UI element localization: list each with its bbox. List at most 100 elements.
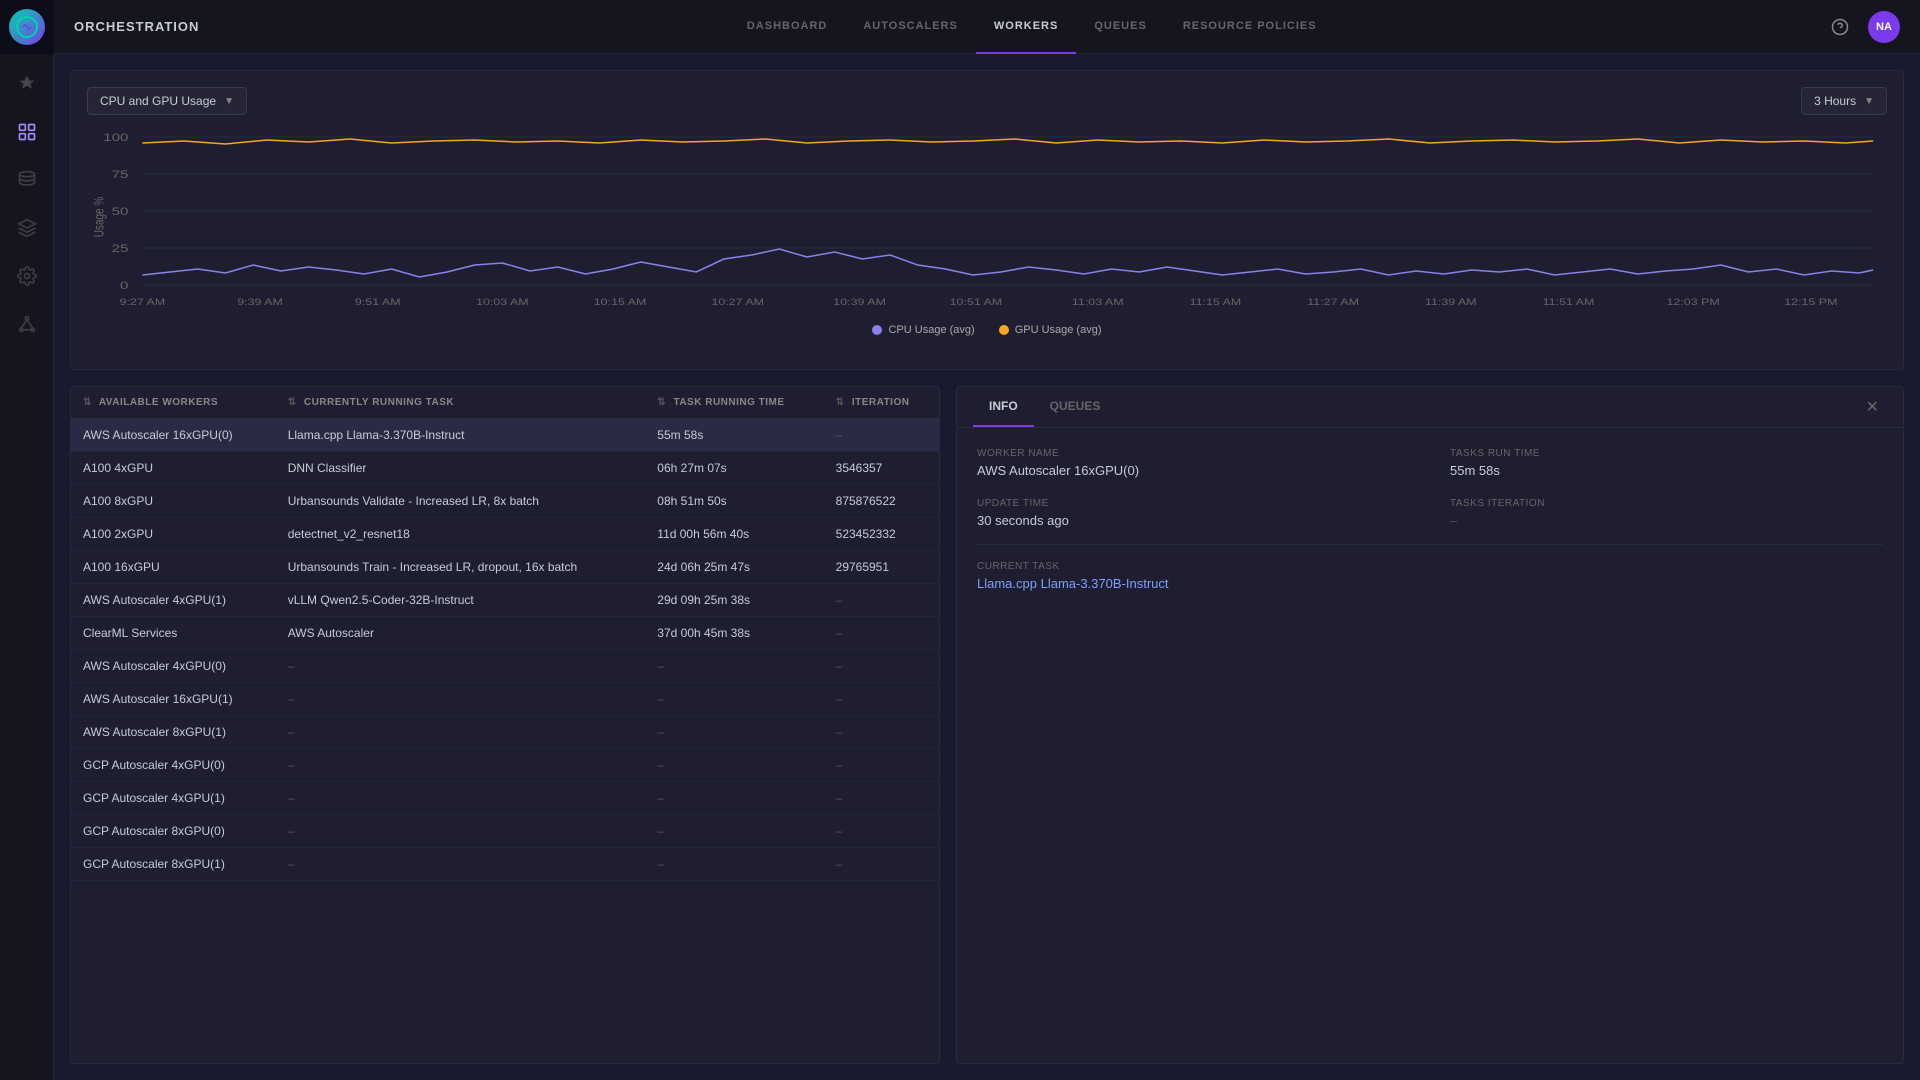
cell-task-7: – bbox=[276, 650, 646, 683]
legend-cpu: CPU Usage (avg) bbox=[872, 324, 974, 336]
table-row[interactable]: AWS Autoscaler 16xGPU(0) Llama.cpp Llama… bbox=[71, 419, 939, 452]
current-task-field: Current Task Llama.cpp Llama-3.370B-Inst… bbox=[977, 561, 1883, 591]
col-iteration[interactable]: ⇅ ITERATION bbox=[824, 387, 939, 419]
cell-time-12: – bbox=[645, 815, 823, 848]
cell-worker-2: A100 8xGPU bbox=[71, 485, 276, 518]
tasks-run-time-label: Tasks Run Time bbox=[1450, 448, 1883, 459]
app-title: ORCHESTRATION bbox=[74, 19, 199, 34]
table-row[interactable]: A100 8xGPU Urbansounds Validate - Increa… bbox=[71, 485, 939, 518]
chart-metric-arrow: ▼ bbox=[224, 96, 234, 107]
cell-time-0: 55m 58s bbox=[645, 419, 823, 452]
page-content: CPU and GPU Usage ▼ 3 Hours ▼ 100 bbox=[54, 54, 1920, 1080]
table-row[interactable]: AWS Autoscaler 16xGPU(1) – – – bbox=[71, 683, 939, 716]
svg-text:11:15 AM: 11:15 AM bbox=[1190, 298, 1242, 308]
workers-table-container[interactable]: ⇅ AVAILABLE WORKERS ⇅ CURRENTLY RUNNING … bbox=[70, 386, 940, 1064]
detail-divider bbox=[977, 544, 1883, 545]
logo-icon bbox=[9, 9, 45, 45]
detail-tab-info[interactable]: INFO bbox=[973, 387, 1034, 427]
help-button[interactable] bbox=[1824, 11, 1856, 43]
detail-tab-queues[interactable]: QUEUES bbox=[1034, 387, 1117, 427]
svg-text:10:03 AM: 10:03 AM bbox=[476, 298, 529, 308]
current-task-value[interactable]: Llama.cpp Llama-3.370B-Instruct bbox=[977, 576, 1883, 591]
chart-time-dropdown[interactable]: 3 Hours ▼ bbox=[1801, 87, 1887, 115]
tab-autoscalers[interactable]: AUTOSCALERS bbox=[845, 0, 976, 54]
tab-queues[interactable]: QUEUES bbox=[1076, 0, 1164, 54]
table-row[interactable]: GCP Autoscaler 8xGPU(0) – – – bbox=[71, 815, 939, 848]
detail-fields-grid: Worker Name AWS Autoscaler 16xGPU(0) Tas… bbox=[977, 448, 1883, 528]
sidebar-item-pipeline[interactable] bbox=[0, 62, 54, 106]
cell-iter-10: – bbox=[824, 749, 939, 782]
sidebar-item-datasets[interactable] bbox=[0, 158, 54, 202]
svg-text:Usage %: Usage % bbox=[91, 197, 107, 238]
table-row[interactable]: ClearML Services AWS Autoscaler 37d 00h … bbox=[71, 617, 939, 650]
tasks-iteration-field: Tasks Iteration – bbox=[1450, 498, 1883, 528]
sidebar-item-settings[interactable] bbox=[0, 254, 54, 298]
cell-time-4: 24d 06h 25m 47s bbox=[645, 551, 823, 584]
nav-tabs: DASHBOARD AUTOSCALERS WORKERS QUEUES RES… bbox=[239, 0, 1824, 54]
user-avatar[interactable]: NA bbox=[1868, 11, 1900, 43]
cell-worker-9: AWS Autoscaler 8xGPU(1) bbox=[71, 716, 276, 749]
cell-worker-3: A100 2xGPU bbox=[71, 518, 276, 551]
svg-text:11:27 AM: 11:27 AM bbox=[1307, 298, 1359, 308]
chart-time-arrow: ▼ bbox=[1864, 96, 1874, 107]
svg-text:50: 50 bbox=[112, 205, 129, 217]
table-row[interactable]: GCP Autoscaler 8xGPU(1) – – – bbox=[71, 848, 939, 881]
sidebar-item-integrations[interactable] bbox=[0, 302, 54, 346]
cell-task-0: Llama.cpp Llama-3.370B-Instruct bbox=[276, 419, 646, 452]
cell-time-1: 06h 27m 07s bbox=[645, 452, 823, 485]
detail-close-button[interactable]: ✕ bbox=[1858, 389, 1887, 425]
sidebar-item-models[interactable] bbox=[0, 206, 54, 250]
col-running-task[interactable]: ⇅ CURRENTLY RUNNING TASK bbox=[276, 387, 646, 419]
table-row[interactable]: A100 2xGPU detectnet_v2_resnet18 11d 00h… bbox=[71, 518, 939, 551]
col-available-workers[interactable]: ⇅ AVAILABLE WORKERS bbox=[71, 387, 276, 419]
table-row[interactable]: A100 16xGPU Urbansounds Train - Increase… bbox=[71, 551, 939, 584]
cell-iter-2: 875876522 bbox=[824, 485, 939, 518]
table-row[interactable]: A100 4xGPU DNN Classifier 06h 27m 07s 35… bbox=[71, 452, 939, 485]
table-row[interactable]: AWS Autoscaler 4xGPU(0) – – – bbox=[71, 650, 939, 683]
col-running-time[interactable]: ⇅ TASK RUNNING TIME bbox=[645, 387, 823, 419]
cell-iter-7: – bbox=[824, 650, 939, 683]
cell-worker-6: ClearML Services bbox=[71, 617, 276, 650]
chart-legend: CPU Usage (avg) GPU Usage (avg) bbox=[87, 324, 1887, 336]
sidebar-item-orchestration[interactable] bbox=[0, 110, 54, 154]
tasks-run-time-field: Tasks Run Time 55m 58s bbox=[1450, 448, 1883, 478]
update-time-label: Update Time bbox=[977, 498, 1410, 509]
chart-section: CPU and GPU Usage ▼ 3 Hours ▼ 100 bbox=[70, 70, 1904, 370]
svg-text:9:51 AM: 9:51 AM bbox=[355, 298, 401, 308]
svg-text:25: 25 bbox=[112, 242, 129, 254]
svg-text:10:15 AM: 10:15 AM bbox=[594, 298, 647, 308]
chart-time-label: 3 Hours bbox=[1814, 94, 1856, 108]
tab-resource-policies[interactable]: RESOURCE POLICIES bbox=[1165, 0, 1335, 54]
cell-iter-11: – bbox=[824, 782, 939, 815]
tab-dashboard[interactable]: DASHBOARD bbox=[729, 0, 846, 54]
cell-worker-10: GCP Autoscaler 4xGPU(0) bbox=[71, 749, 276, 782]
cell-task-8: – bbox=[276, 683, 646, 716]
tab-workers[interactable]: WORKERS bbox=[976, 0, 1076, 54]
table-row[interactable]: GCP Autoscaler 4xGPU(1) – – – bbox=[71, 782, 939, 815]
chart-metric-dropdown[interactable]: CPU and GPU Usage ▼ bbox=[87, 87, 247, 115]
table-row[interactable]: AWS Autoscaler 4xGPU(1) vLLM Qwen2.5-Cod… bbox=[71, 584, 939, 617]
svg-text:10:51 AM: 10:51 AM bbox=[950, 298, 1003, 308]
cell-worker-5: AWS Autoscaler 4xGPU(1) bbox=[71, 584, 276, 617]
cell-iter-12: – bbox=[824, 815, 939, 848]
detail-panel-header: INFO QUEUES ✕ bbox=[957, 387, 1903, 428]
svg-text:0: 0 bbox=[120, 279, 128, 291]
cell-task-1: DNN Classifier bbox=[276, 452, 646, 485]
app-logo[interactable] bbox=[0, 0, 54, 54]
tasks-iteration-label: Tasks Iteration bbox=[1450, 498, 1883, 509]
cell-time-11: – bbox=[645, 782, 823, 815]
cell-task-2: Urbansounds Validate - Increased LR, 8x … bbox=[276, 485, 646, 518]
cell-task-4: Urbansounds Train - Increased LR, dropou… bbox=[276, 551, 646, 584]
table-row[interactable]: GCP Autoscaler 4xGPU(0) – – – bbox=[71, 749, 939, 782]
cell-worker-7: AWS Autoscaler 4xGPU(0) bbox=[71, 650, 276, 683]
bottom-section: ⇅ AVAILABLE WORKERS ⇅ CURRENTLY RUNNING … bbox=[70, 386, 1904, 1064]
table-row[interactable]: AWS Autoscaler 8xGPU(1) – – – bbox=[71, 716, 939, 749]
chart-svg: 100 75 50 25 0 Usage % 9:27 AM 9:39 AM 9… bbox=[87, 127, 1887, 317]
current-task-label: Current Task bbox=[977, 561, 1883, 572]
sidebar-nav bbox=[0, 54, 53, 346]
cell-worker-4: A100 16xGPU bbox=[71, 551, 276, 584]
cell-iter-0: – bbox=[824, 419, 939, 452]
cell-time-10: – bbox=[645, 749, 823, 782]
cell-iter-1: 3546357 bbox=[824, 452, 939, 485]
legend-gpu: GPU Usage (avg) bbox=[999, 324, 1102, 336]
